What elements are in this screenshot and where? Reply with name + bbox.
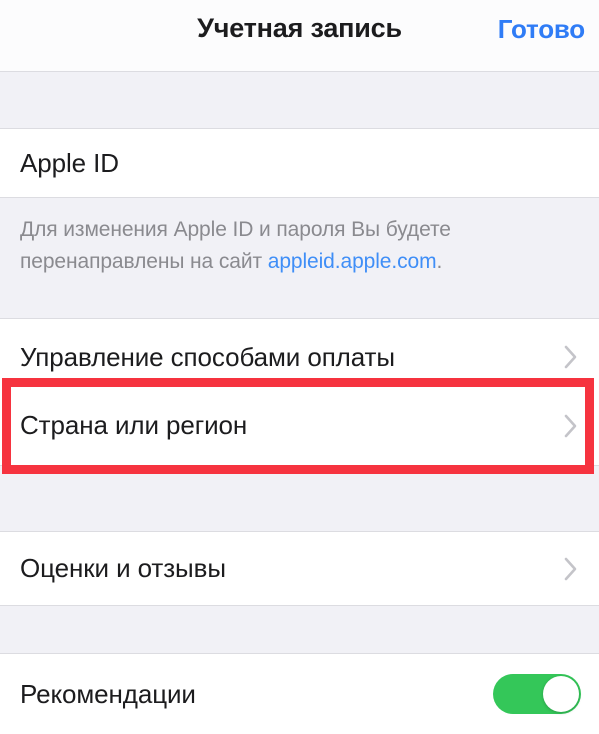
chevron-right-icon: [564, 557, 578, 581]
apple-id-row[interactable]: Apple ID: [0, 129, 599, 197]
country-region-section: Страна или регион: [0, 386, 599, 466]
chevron-right-icon: [564, 345, 578, 369]
manage-payment-methods-label: Управление способами оплаты: [20, 341, 395, 372]
apple-id-section: Apple ID: [0, 128, 599, 198]
recommendations-row[interactable]: Рекомендации: [0, 654, 599, 734]
footer-note-text: Для изменения Apple ID и пароля Вы будет…: [20, 214, 577, 278]
recommendations-toggle[interactable]: [493, 674, 581, 714]
footer-note-suffix: .: [436, 250, 443, 273]
ratings-and-reviews-row[interactable]: Оценки и отзывы: [0, 532, 599, 605]
done-button[interactable]: Готово: [498, 14, 585, 45]
toggle-knob: [543, 676, 579, 712]
country-or-region-label: Страна или регион: [20, 410, 248, 440]
navigation-bar: Учетная запись Готово: [0, 0, 599, 72]
appleid-website-link[interactable]: appleid.apple.com: [268, 250, 437, 273]
ratings-and-reviews-label: Оценки и отзывы: [20, 553, 226, 583]
recommendations-label: Рекомендации: [20, 678, 196, 709]
chevron-right-icon: [564, 414, 578, 438]
recommendations-section: Рекомендации: [0, 653, 599, 734]
ratings-reviews-section: Оценки и отзывы: [0, 531, 599, 606]
country-or-region-row[interactable]: Страна или регион: [0, 386, 599, 465]
apple-id-footer-note: Для изменения Apple ID и пароля Вы будет…: [0, 198, 599, 318]
payment-methods-section: Управление способами оплаты: [0, 318, 599, 396]
manage-payment-methods-row[interactable]: Управление способами оплаты: [0, 319, 599, 395]
ios-settings-screen: Учетная запись Готово Apple ID Для измен…: [0, 0, 599, 734]
apple-id-label: Apple ID: [20, 147, 119, 178]
